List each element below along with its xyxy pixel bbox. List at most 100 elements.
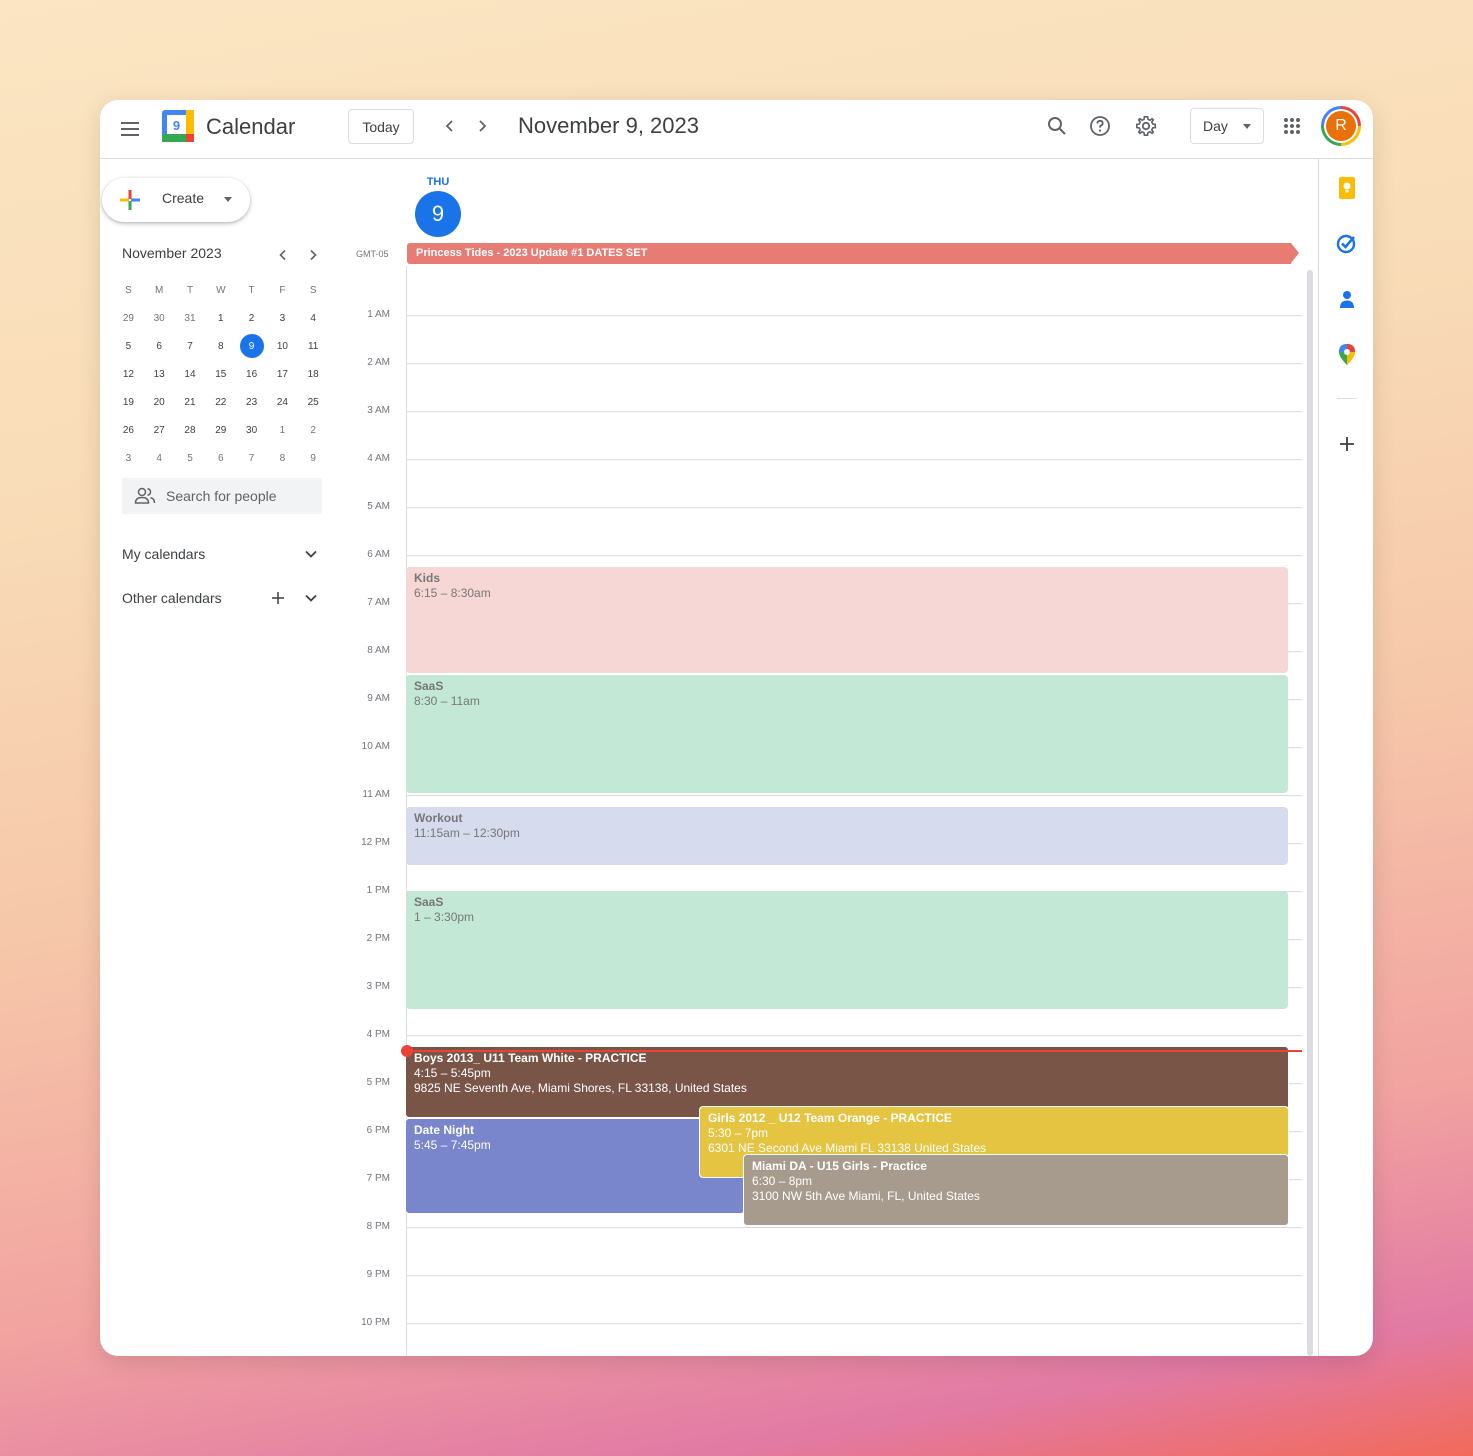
mini-calendar-day[interactable]: 2 — [236, 304, 267, 332]
mini-calendar-day[interactable]: 5 — [113, 332, 144, 360]
mini-calendar-day[interactable]: 30 — [144, 304, 175, 332]
mini-calendar-day[interactable]: 4 — [144, 444, 175, 472]
mini-calendar-day[interactable]: 4 — [298, 304, 329, 332]
keep-icon[interactable] — [1336, 177, 1358, 199]
mini-calendar-day[interactable]: 21 — [175, 388, 206, 416]
tasks-icon[interactable] — [1336, 232, 1358, 254]
mini-calendar-day[interactable]: 31 — [175, 304, 206, 332]
event-workout[interactable]: Workout 11:15am – 12:30pm — [406, 807, 1288, 865]
mini-calendar-day[interactable]: 19 — [113, 388, 144, 416]
mini-calendar-day[interactable]: 15 — [205, 360, 236, 388]
mini-calendar-day[interactable]: 13 — [144, 360, 175, 388]
mini-calendar-day[interactable]: 2 — [298, 416, 329, 444]
next-day-icon[interactable] — [470, 114, 494, 138]
hour-label: 3 AM — [367, 405, 390, 416]
event-saas-morning[interactable]: SaaS 8:30 – 11am — [406, 675, 1288, 793]
mini-calendar-day[interactable]: 9 — [298, 444, 329, 472]
mini-calendar-day-number: 21 — [184, 396, 196, 408]
mini-calendar-day[interactable]: 7 — [236, 444, 267, 472]
mini-calendar-day[interactable]: 29 — [113, 304, 144, 332]
view-selector[interactable]: Day — [1190, 108, 1264, 144]
mini-calendar-day[interactable]: 28 — [175, 416, 206, 444]
mini-calendar-day[interactable]: 1 — [205, 304, 236, 332]
side-panel-separator — [1337, 398, 1357, 399]
add-calendar-icon[interactable] — [268, 588, 288, 608]
hour-label: 1 AM — [367, 309, 390, 320]
mini-calendar-day[interactable]: 22 — [205, 388, 236, 416]
mini-calendar-day[interactable]: 18 — [298, 360, 329, 388]
search-people-input[interactable]: Search for people — [122, 478, 322, 514]
event-miami-da-practice[interactable]: Miami DA - U15 Girls - Practice 6:30 – 8… — [743, 1154, 1289, 1226]
mini-calendar-next-icon[interactable] — [303, 245, 323, 265]
mini-calendar-week: 5 6 7 8 9 10 11 — [113, 332, 329, 360]
previous-day-icon[interactable] — [438, 114, 462, 138]
allday-event[interactable]: Princess Tides - 2023 Update #1 DATES SE… — [407, 243, 1291, 264]
other-calendars-label[interactable]: Other calendars — [122, 590, 222, 606]
event-location: 3100 NW 5th Ave Miami, FL, United States — [752, 1189, 980, 1203]
day-date-circle[interactable]: 9 — [415, 191, 461, 237]
mini-calendar-day[interactable]: 6 — [144, 332, 175, 360]
mini-calendar-day[interactable]: 8 — [205, 332, 236, 360]
contacts-icon[interactable] — [1336, 288, 1358, 310]
mini-calendar-day-number: 3 — [125, 452, 132, 464]
get-addons-plus-icon[interactable] — [1336, 433, 1358, 455]
mini-calendar-day-number: 28 — [184, 424, 196, 436]
event-date-night[interactable]: Date Night 5:45 – 7:45pm — [405, 1118, 745, 1214]
mini-calendar-day[interactable]: 26 — [113, 416, 144, 444]
create-button[interactable]: Create — [102, 178, 250, 222]
mini-calendar-day[interactable]: 25 — [298, 388, 329, 416]
hour-gridline — [406, 1227, 1302, 1228]
search-icon[interactable] — [1045, 114, 1069, 138]
event-saas-afternoon[interactable]: SaaS 1 – 3:30pm — [406, 891, 1288, 1009]
mini-calendar-day[interactable]: 11 — [298, 332, 329, 360]
mini-calendar-day-number: 17 — [276, 368, 288, 380]
mini-calendar-day[interactable]: 12 — [113, 360, 144, 388]
mini-calendar-day-number: 13 — [153, 368, 165, 380]
hour-label: 6 PM — [366, 1125, 390, 1136]
mini-calendar-day[interactable]: 3 — [267, 304, 298, 332]
chevron-down-icon[interactable] — [301, 544, 321, 564]
mini-calendar-day[interactable]: 30 — [236, 416, 267, 444]
mini-calendar-day[interactable]: 9 — [236, 332, 267, 360]
current-date-title: November 9, 2023 — [518, 113, 699, 138]
hour-label: 6 AM — [367, 549, 390, 560]
mini-calendar-day[interactable]: 29 — [205, 416, 236, 444]
mini-calendar-day[interactable]: 20 — [144, 388, 175, 416]
mini-calendar-day[interactable]: 27 — [144, 416, 175, 444]
hour-label: 9 AM — [367, 693, 390, 704]
view-selector-label: Day — [1203, 118, 1228, 134]
hour-label: 2 PM — [366, 933, 390, 944]
mini-calendar-day[interactable]: 10 — [267, 332, 298, 360]
settings-gear-icon[interactable] — [1134, 114, 1158, 138]
today-button[interactable]: Today — [348, 109, 414, 144]
mini-calendar-day[interactable]: 17 — [267, 360, 298, 388]
mini-calendar-day[interactable]: 16 — [236, 360, 267, 388]
mini-calendar-day[interactable]: 1 — [267, 416, 298, 444]
help-icon[interactable] — [1088, 114, 1112, 138]
mini-weekday-label: S — [309, 284, 317, 296]
hour-label: 8 AM — [367, 645, 390, 656]
apps-grid-icon[interactable] — [1280, 114, 1304, 138]
mini-calendar-day[interactable]: 7 — [175, 332, 206, 360]
mini-calendar-day-number: 8 — [218, 340, 224, 352]
hour-gridline — [406, 1323, 1302, 1324]
hour-label: 12 PM — [361, 837, 390, 848]
mini-calendar-day[interactable]: 8 — [267, 444, 298, 472]
mini-calendar-prev-icon[interactable] — [273, 245, 293, 265]
mini-calendar-day[interactable]: 6 — [205, 444, 236, 472]
event-kids[interactable]: Kids 6:15 – 8:30am — [406, 567, 1288, 673]
chevron-down-icon[interactable] — [301, 588, 321, 608]
mini-calendar-day-number: 2 — [248, 312, 255, 324]
maps-icon[interactable] — [1336, 344, 1358, 366]
mini-calendar-day[interactable]: 24 — [267, 388, 298, 416]
mini-calendar-day[interactable]: 23 — [236, 388, 267, 416]
main-menu-icon[interactable] — [118, 117, 142, 141]
account-avatar[interactable]: R — [1321, 106, 1361, 146]
mini-calendar-day[interactable]: 3 — [113, 444, 144, 472]
my-calendars-label[interactable]: My calendars — [122, 546, 205, 562]
mini-calendar-day[interactable]: 5 — [175, 444, 206, 472]
event-location: 9825 NE Seventh Ave, Miami Shores, FL 33… — [414, 1081, 747, 1095]
grid-scrollbar[interactable] — [1307, 270, 1313, 1356]
hour-label: 5 PM — [366, 1077, 390, 1088]
mini-calendar-day[interactable]: 14 — [175, 360, 206, 388]
